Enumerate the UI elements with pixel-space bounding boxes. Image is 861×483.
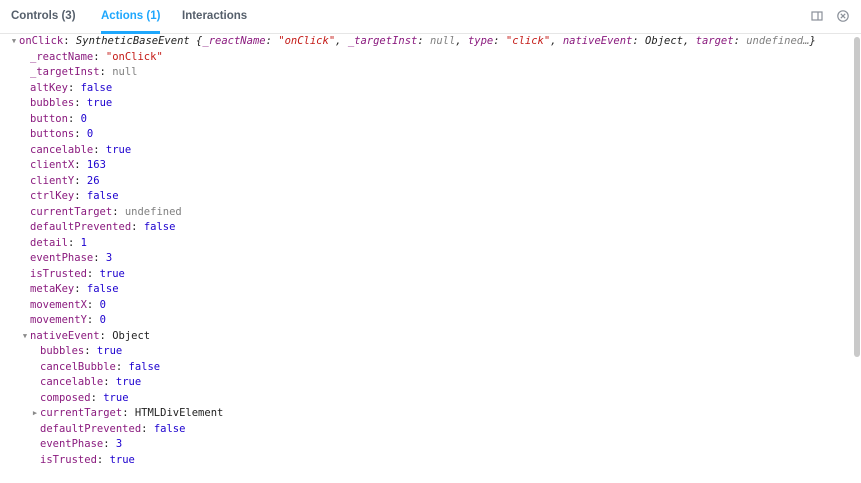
- property-value: false: [153, 422, 186, 435]
- property-value: 1: [80, 236, 87, 249]
- property-key: currentTarget: [40, 407, 123, 419]
- property-value: true: [105, 143, 132, 156]
- property-key: _targetInst: [30, 66, 100, 78]
- property-value: 3: [105, 252, 113, 264]
- expand-arrow-icon[interactable]: ▼: [10, 34, 18, 49]
- expand-arrow-icon[interactable]: ▶: [31, 406, 39, 421]
- property-value: true: [109, 453, 135, 466]
- property-value: true: [86, 97, 113, 109]
- property-key: cancelable: [40, 376, 104, 388]
- preview-value: Object: [645, 35, 683, 47]
- preview-key: nativeEvent: [562, 35, 633, 47]
- property-key: isTrusted: [40, 453, 97, 466]
- vertical-scrollbar[interactable]: [852, 34, 861, 483]
- property-value: 0: [99, 314, 106, 326]
- property-key: altKey: [30, 81, 68, 94]
- tab-interactions[interactable]: Interactions: [182, 0, 247, 33]
- property-value: true: [115, 376, 142, 388]
- property-value: false: [128, 360, 161, 373]
- preview-value: "onClick": [278, 35, 336, 47]
- preview-key: _targetInst: [347, 35, 418, 47]
- preview-key: _reactName: [202, 35, 266, 47]
- property-key: eventPhase: [30, 252, 94, 264]
- property-value: true: [99, 267, 125, 280]
- preview-key: target: [695, 35, 734, 47]
- property-key: bubbles: [30, 97, 75, 109]
- property-value: Object: [112, 329, 151, 342]
- preview-value: null: [430, 35, 456, 47]
- property-key: metaKey: [30, 283, 75, 295]
- property-key: clientX: [30, 159, 75, 171]
- clear-icon[interactable]: [836, 9, 850, 23]
- collapse-arrow-icon[interactable]: ▼: [21, 329, 29, 344]
- preview-key: type: [467, 35, 494, 47]
- tab-controls[interactable]: Controls (3): [11, 0, 76, 33]
- property-value: 0: [99, 298, 106, 311]
- property-key: _reactName: [30, 50, 94, 63]
- property-value: 26: [86, 174, 100, 187]
- property-value: false: [80, 81, 113, 94]
- scrollbar-thumb[interactable]: [854, 37, 860, 357]
- property-key: movementX: [30, 298, 87, 311]
- preview-value: undefined…: [746, 35, 810, 47]
- property-key: ctrlKey: [30, 190, 75, 202]
- preview-value: "click": [505, 35, 551, 47]
- property-value: false: [86, 283, 119, 295]
- tab-actions[interactable]: Actions (1): [101, 0, 161, 34]
- property-key: detail: [30, 236, 68, 249]
- root-preview: _reactName: "onClick", _targetInst: null…: [202, 35, 810, 47]
- property-value: "onClick": [105, 50, 163, 63]
- property-key: clientY: [30, 174, 75, 187]
- property-key: defaultPrevented: [40, 422, 142, 435]
- property-value: null: [112, 66, 138, 78]
- property-key: bubbles: [40, 345, 85, 357]
- panel-layout-icon[interactable]: [810, 9, 824, 23]
- property-value: true: [96, 345, 123, 357]
- property-key: defaultPrevented: [30, 221, 132, 233]
- property-value: 0: [80, 112, 87, 125]
- property-key: eventPhase: [40, 438, 104, 450]
- property-key: currentTarget: [30, 205, 113, 218]
- addon-panel-tabbar: Controls (3) Actions (1) Interactions: [0, 0, 861, 34]
- property-value: false: [143, 221, 176, 233]
- property-value: false: [86, 190, 119, 202]
- property-key: button: [30, 112, 68, 125]
- action-logger-inspector: ▼ onClick: SyntheticBaseEvent {_reactNam…: [10, 34, 816, 466]
- root-key: onClick: [19, 35, 64, 47]
- property-value: HTMLDivElement: [134, 407, 224, 419]
- root-preview-class: SyntheticBaseEvent: [75, 35, 190, 47]
- property-value: 0: [86, 128, 94, 140]
- property-value: 3: [115, 438, 123, 450]
- property-value: 163: [86, 159, 106, 171]
- property-key: cancelable: [30, 143, 94, 156]
- property-key: composed: [40, 391, 91, 404]
- property-key: movementY: [30, 314, 87, 326]
- property-value: true: [103, 391, 129, 404]
- property-key: nativeEvent: [30, 329, 100, 342]
- preview-close-brace: }: [809, 35, 816, 47]
- property-key: cancelBubble: [40, 360, 116, 373]
- property-key: isTrusted: [30, 267, 87, 280]
- property-value: undefined: [124, 205, 182, 218]
- property-key: buttons: [30, 128, 75, 140]
